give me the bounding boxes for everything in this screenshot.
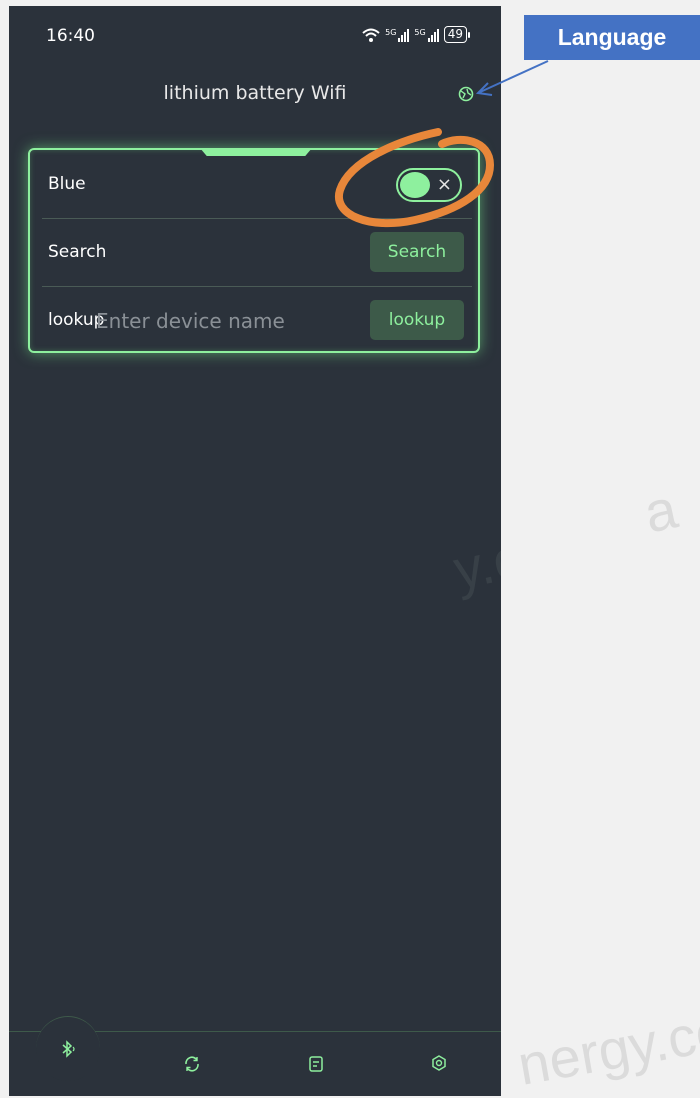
- bluetooth-icon: [62, 1040, 75, 1058]
- device-name-input[interactable]: [94, 302, 358, 340]
- status-time: 16:40: [46, 26, 95, 46]
- nav-bluetooth[interactable]: [36, 1016, 100, 1081]
- highlight-circle: [334, 128, 495, 228]
- signal-icon-2: 5G: [414, 28, 439, 42]
- page-title: lithium battery Wifi: [163, 82, 347, 104]
- blue-label: Blue: [48, 174, 86, 194]
- annotation-arrow: [475, 60, 549, 96]
- signal-icon: 5G: [385, 28, 410, 42]
- lookup-button[interactable]: lookup: [370, 300, 464, 340]
- watermark-text: nergy.co: [513, 998, 700, 1097]
- watermark-text: y.com: [448, 509, 501, 602]
- wifi-icon: [362, 28, 380, 42]
- battery-icon: 49: [443, 26, 471, 43]
- status-bar: 16:40 5G 5G 49: [9, 6, 501, 66]
- settings-icon[interactable]: [430, 1054, 448, 1072]
- bottom-nav: [9, 1016, 501, 1096]
- lookup-row: lookup lookup: [42, 286, 472, 354]
- annotation-label: Language: [524, 15, 700, 60]
- status-icons: 5G 5G 49: [362, 26, 471, 43]
- document-icon[interactable]: [308, 1055, 324, 1073]
- refresh-icon[interactable]: [183, 1055, 201, 1073]
- search-label: Search: [48, 242, 107, 262]
- watermark-text: a: [638, 476, 683, 545]
